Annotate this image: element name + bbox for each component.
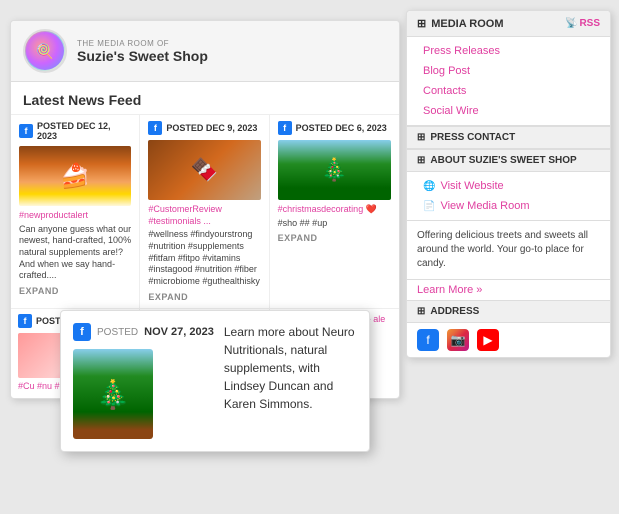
overlay-left: f POSTED NOV 27, 2023 🎄	[73, 323, 214, 439]
media-room-header: 🍭 THE MEDIA ROOM OF Suzie's Sweet Shop	[11, 21, 399, 82]
facebook-icon-1: f	[19, 124, 33, 138]
post-hashtag-1: #newproductalert	[19, 210, 131, 222]
sidebar-header: ⊞ MEDIA ROOM 📡 RSS	[407, 11, 610, 37]
overlay-card: f POSTED NOV 27, 2023 🎄 Learn more about…	[60, 310, 370, 452]
overlay-posted-label: POSTED	[97, 327, 138, 338]
overlay-post-header: f POSTED NOV 27, 2023	[73, 323, 214, 341]
header-text: THE MEDIA ROOM OF Suzie's Sweet Shop	[77, 39, 208, 64]
address-icon: ⊞	[417, 306, 425, 317]
news-grid-row1: f POSTED DEC 12, 2023 🍰 #newproductalert…	[11, 115, 399, 309]
view-media-room-link[interactable]: 📄 View Media Room	[407, 196, 610, 216]
post-date-2: POSTED DEC 9, 2023	[166, 123, 257, 133]
rss-link[interactable]: 📡 RSS	[565, 18, 600, 29]
shop-name: Suzie's Sweet Shop	[77, 48, 208, 64]
facebook-icon-3: f	[278, 121, 292, 135]
press-contact-header: ⊞ PRESS CONTACT	[407, 126, 610, 149]
about-icon: ⊞	[417, 155, 425, 166]
instagram-social-icon[interactable]: 📷	[447, 329, 469, 351]
description-text: Offering delicious treets and sweets all…	[417, 230, 588, 269]
overlay-facebook-icon: f	[73, 323, 91, 341]
about-label: ABOUT SUZIE'S SWEET SHOP	[430, 155, 576, 166]
post-header-2: f POSTED DEC 9, 2023	[148, 121, 260, 135]
post-body-2: #wellness #findyourstrong #nutrition #su…	[148, 229, 260, 287]
visit-website-label: Visit Website	[440, 180, 503, 192]
sidebar-title: ⊞ MEDIA ROOM	[417, 17, 504, 30]
plus-icon: ⊞	[417, 17, 426, 30]
post-body-3: #sho ## #up	[278, 218, 391, 230]
sidebar-links: 🌐 Visit Website 📄 View Media Room	[407, 172, 610, 221]
expand-button-2[interactable]: EXPAND	[148, 292, 260, 302]
menu-item-press-releases[interactable]: Press Releases	[407, 41, 610, 61]
overlay-text: Learn more about Neuro Nutritionals, nat…	[224, 323, 357, 413]
post-image-2: 🍫	[148, 140, 260, 200]
post-header-3: f POSTED DEC 6, 2023	[278, 121, 391, 135]
social-icons-bar: f 📷 ▶	[407, 323, 610, 357]
doc-icon: 📄	[423, 201, 435, 212]
news-card-3: f POSTED DEC 6, 2023 🎄 #christmasdecorat…	[270, 115, 399, 308]
address-label: ADDRESS	[430, 306, 479, 317]
press-contact-icon: ⊞	[417, 132, 425, 143]
learn-more-link[interactable]: Learn More »	[407, 280, 610, 300]
post-header-1: f POSTED DEC 12, 2023	[19, 121, 131, 141]
expand-button-1[interactable]: EXPAND	[19, 286, 131, 296]
facebook-social-icon[interactable]: f	[417, 329, 439, 351]
post-date-1: POSTED DEC 12, 2023	[37, 121, 131, 141]
view-media-room-label: View Media Room	[440, 200, 529, 212]
rss-icon: 📡	[565, 18, 577, 29]
post-hashtag-3: #christmasdecorating ❤️	[278, 204, 391, 216]
logo-inner: 🍭	[26, 32, 64, 70]
logo-circle: 🍭	[23, 29, 67, 73]
menu-item-social-wire[interactable]: Social Wire	[407, 101, 610, 121]
about-header: ⊞ ABOUT SUZIE'S SWEET SHOP	[407, 149, 610, 172]
news-card-2: f POSTED DEC 9, 2023 🍫 #CustomerReview #…	[140, 115, 269, 308]
post-image-1: 🍰	[19, 146, 131, 206]
visit-website-link[interactable]: 🌐 Visit Website	[407, 176, 610, 196]
address-header: ⊞ ADDRESS	[407, 300, 610, 323]
latest-news-heading: Latest News Feed	[11, 82, 399, 115]
expand-button-3[interactable]: EXPAND	[278, 233, 391, 243]
post-hashtag-2: #CustomerReview #testimonials ...	[148, 204, 260, 227]
facebook-icon-2: f	[148, 121, 162, 135]
sidebar-panel: ⊞ MEDIA ROOM 📡 RSS Press Releases Blog P…	[406, 10, 611, 358]
menu-item-blog-post[interactable]: Blog Post	[407, 61, 610, 81]
menu-item-contacts[interactable]: Contacts	[407, 81, 610, 101]
overlay-image: 🎄	[73, 349, 153, 439]
facebook-icon-4: f	[18, 314, 32, 328]
post-body-1: Can anyone guess what our newest, hand-c…	[19, 224, 131, 282]
post-image-3: 🎄	[278, 140, 391, 200]
overlay-date: NOV 27, 2023	[144, 326, 214, 338]
media-room-label: THE MEDIA ROOM OF	[77, 39, 208, 48]
post-date-3: POSTED DEC 6, 2023	[296, 123, 387, 133]
sidebar-menu: Press Releases Blog Post Contacts Social…	[407, 37, 610, 126]
globe-icon: 🌐	[423, 181, 435, 192]
sidebar-title-text: MEDIA ROOM	[431, 18, 503, 30]
rss-label: RSS	[579, 18, 600, 29]
news-card-1: f POSTED DEC 12, 2023 🍰 #newproductalert…	[11, 115, 140, 308]
youtube-social-icon[interactable]: ▶	[477, 329, 499, 351]
sidebar-description: Offering delicious treets and sweets all…	[407, 221, 610, 280]
press-contact-label: PRESS CONTACT	[430, 132, 515, 143]
